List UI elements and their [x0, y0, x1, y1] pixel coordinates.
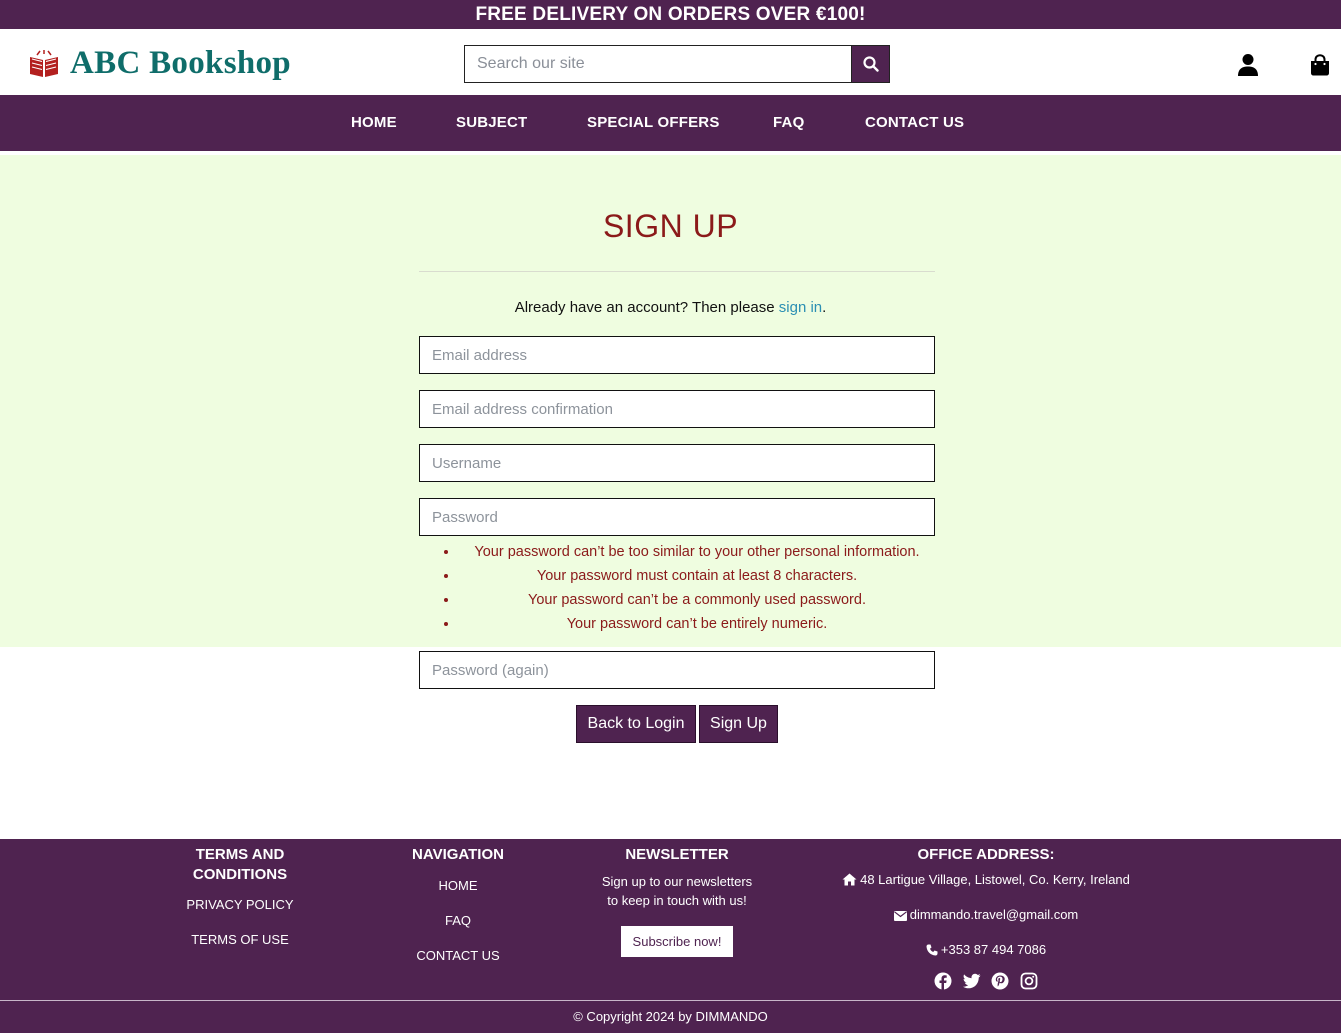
footer-navigation: NAVIGATION HOME FAQ CONTACT US	[398, 845, 518, 964]
search-bar	[464, 45, 890, 83]
copyright: © Copyright 2024 by DIMMANDO	[573, 1009, 768, 1024]
subscribe-button[interactable]: Subscribe now!	[620, 926, 734, 957]
privacy-policy-link[interactable]: PRIVACY POLICY	[170, 897, 310, 913]
office-address-text: 48 Lartigue Village, Listowel, Co. Kerry…	[860, 872, 1130, 887]
main-nav: HOME SUBJECT SPECIAL OFFERS FAQ CONTACT …	[0, 95, 1341, 151]
nav-item-special-offers[interactable]: SPECIAL OFFERS	[587, 95, 720, 151]
password-help-list: Your password can’t be too similar to yo…	[419, 543, 935, 639]
username-field[interactable]	[419, 444, 935, 482]
search-input[interactable]	[464, 45, 851, 83]
footer-office-heading: OFFICE ADDRESS:	[917, 846, 1055, 863]
sign-up-button[interactable]: Sign Up	[699, 705, 778, 743]
office-phone[interactable]: +353 87 494 7086	[830, 940, 1142, 959]
footer-terms: TERMS AND CONDITIONS PRIVACY POLICY TERM…	[170, 845, 310, 948]
footer-divider	[0, 1000, 1341, 1001]
signin-link[interactable]: sign in	[779, 299, 822, 316]
footer-newsletter: NEWSLETTER Sign up to our newsletters to…	[587, 845, 767, 957]
footer: TERMS AND CONDITIONS PRIVACY POLICY TERM…	[0, 839, 1341, 1033]
home-icon	[842, 873, 857, 886]
pinterest-icon[interactable]	[991, 972, 1009, 990]
email-confirm-field[interactable]	[419, 390, 935, 428]
delivery-banner: FREE DELIVERY ON ORDERS OVER €100!	[0, 0, 1341, 29]
footer-link-home[interactable]: HOME	[398, 878, 518, 894]
social-links	[830, 972, 1142, 990]
password-help-item: Your password can’t be a commonly used p…	[459, 591, 935, 615]
footer-office: OFFICE ADDRESS: 48 Lartigue Village, Lis…	[830, 845, 1142, 990]
signin-prompt-text: Already have an account? Then please	[514, 299, 775, 316]
footer-terms-heading: TERMS AND CONDITIONS	[192, 846, 288, 883]
password-help-item: Your password can’t be entirely numeric.	[459, 615, 935, 639]
nav-item-contact-us[interactable]: CONTACT US	[865, 95, 964, 151]
password-help-item: Your password can’t be too similar to yo…	[459, 543, 935, 567]
newsletter-text-line2: to keep in touch with us!	[607, 893, 747, 908]
office-email-text: dimmando.travel@gmail.com	[909, 907, 1079, 922]
password-field[interactable]	[419, 498, 935, 536]
header: ABC Bookshop	[0, 29, 1341, 95]
twitter-icon[interactable]	[962, 972, 981, 990]
office-phone-text: +353 87 494 7086	[940, 942, 1047, 957]
facebook-icon[interactable]	[934, 972, 952, 990]
instagram-icon[interactable]	[1020, 972, 1038, 990]
nav-item-home[interactable]: HOME	[351, 95, 397, 151]
nav-item-subject[interactable]: SUBJECT	[456, 95, 527, 151]
envelope-icon	[893, 911, 907, 921]
search-icon	[862, 56, 879, 72]
office-email[interactable]: dimmando.travel@gmail.com	[830, 905, 1142, 924]
search-button[interactable]	[851, 45, 890, 83]
password-help-item: Your password must contain at least 8 ch…	[459, 567, 935, 591]
user-icon[interactable]	[1237, 53, 1259, 77]
footer-newsletter-heading: NEWSLETTER	[625, 846, 729, 863]
terms-of-use-link[interactable]: TERMS OF USE	[170, 932, 310, 948]
password-again-field[interactable]	[419, 651, 935, 689]
footer-link-contact-us[interactable]: CONTACT US	[398, 948, 518, 964]
newsletter-text-line1: Sign up to our newsletters	[601, 874, 753, 889]
footer-navigation-heading: NAVIGATION	[412, 846, 504, 863]
page-title: SIGN UP	[602, 208, 739, 244]
back-to-login-button[interactable]: Back to Login	[576, 705, 696, 743]
title-divider	[419, 271, 935, 272]
signin-prompt: Already have an account? Then please sig…	[514, 299, 827, 316]
logo[interactable]: ABC Bookshop	[28, 45, 291, 82]
book-logo-icon	[30, 49, 58, 77]
office-address: 48 Lartigue Village, Listowel, Co. Kerry…	[830, 870, 1142, 889]
phone-icon	[926, 944, 938, 956]
logo-text: ABC Bookshop	[70, 45, 291, 81]
footer-link-faq[interactable]: FAQ	[398, 913, 518, 929]
shopping-bag-icon[interactable]	[1310, 54, 1330, 76]
email-field[interactable]	[419, 336, 935, 374]
nav-item-faq[interactable]: FAQ	[773, 95, 804, 151]
